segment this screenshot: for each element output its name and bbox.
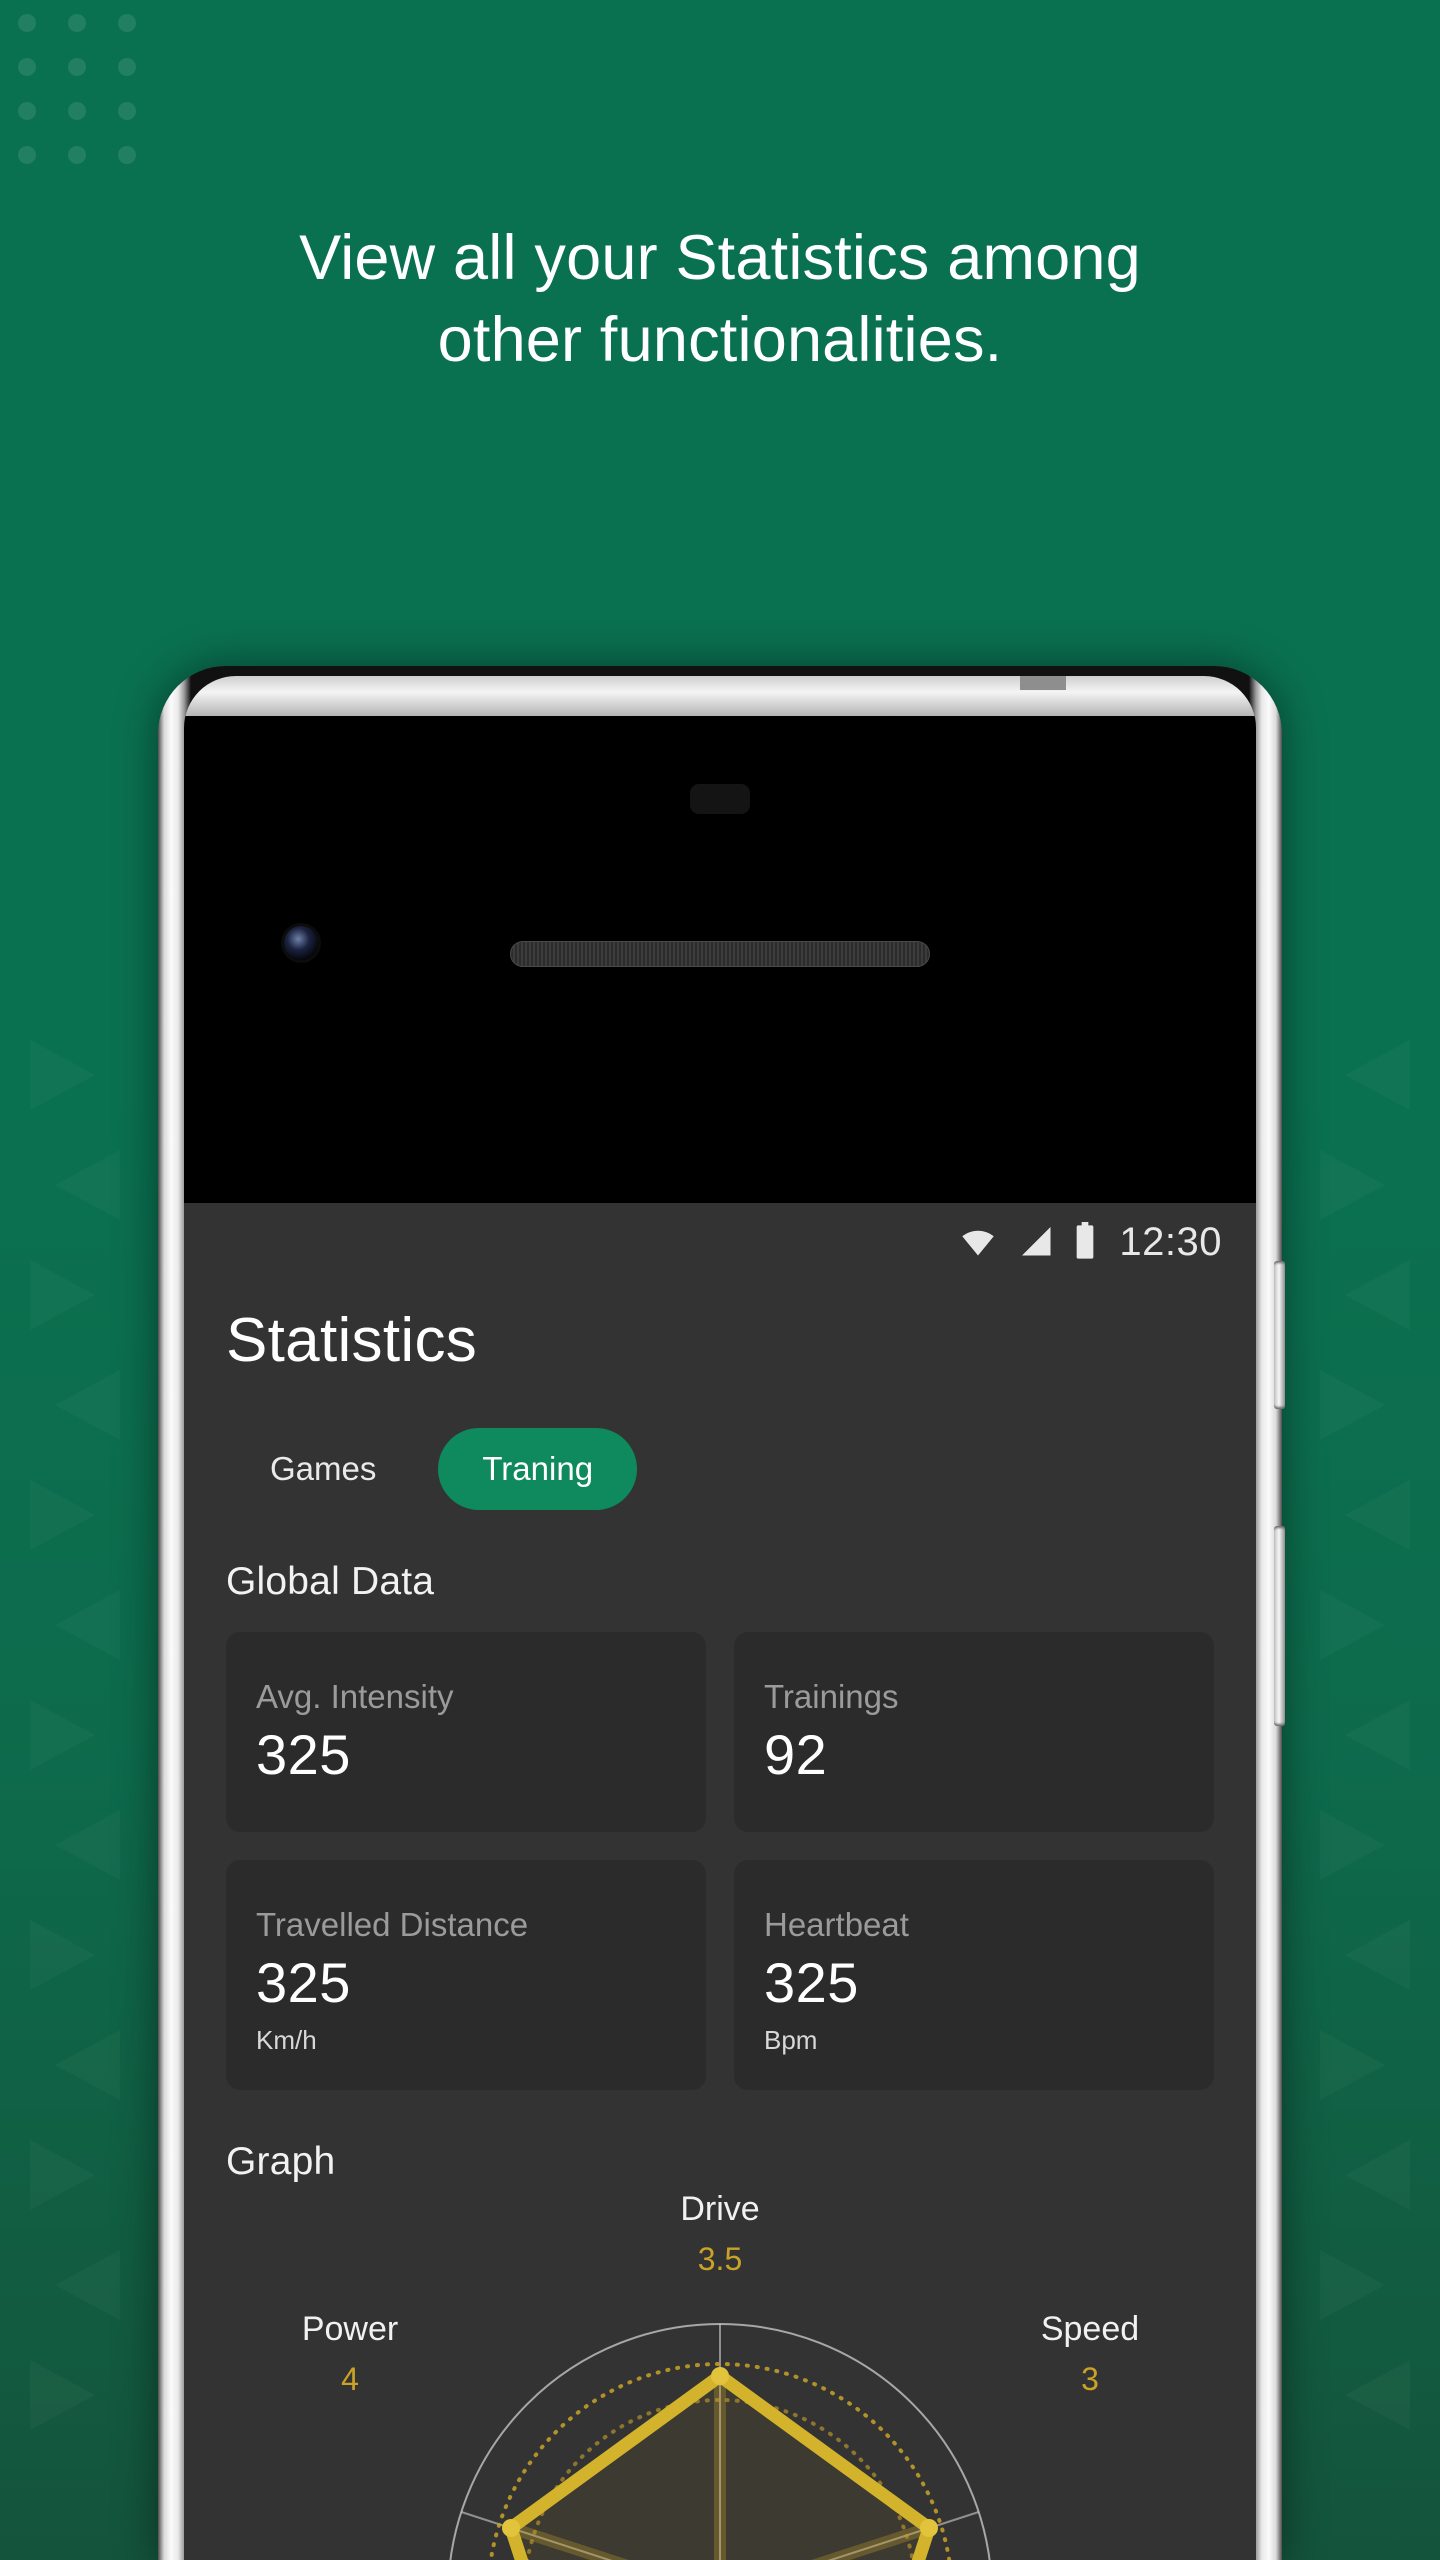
radar-axis-value: 3.5: [697, 2241, 743, 2277]
section-title-graph: Graph: [226, 2140, 336, 2183]
radar-axis-drive: Drive 3.5: [590, 2190, 850, 2278]
stat-card-trainings[interactable]: Trainings 92: [734, 1632, 1214, 1832]
tab-games[interactable]: Games: [226, 1428, 420, 1510]
stat-card-value: 92: [764, 1723, 828, 1786]
earpiece-speaker-grille: [510, 941, 930, 967]
headline-line-2: other functionalities.: [437, 304, 1003, 375]
stat-card-value: 325: [256, 1723, 351, 1786]
phone-antenna-nub: [1020, 676, 1066, 690]
status-bar-clock: 12:30: [1119, 1219, 1222, 1264]
stat-card-travelled-distance[interactable]: Travelled Distance 325 Km/h: [226, 1860, 706, 2090]
decorative-dot-grid: [18, 14, 153, 164]
phone-top-bezel: [184, 676, 1256, 716]
phone-screen-glass: 12:30 Statistics Games Traning Global Da…: [184, 676, 1256, 2560]
stat-card-label: Avg. Intensity: [256, 1678, 454, 1715]
phone-sensor-notch: [690, 784, 750, 814]
radar-axis-label: Drive: [680, 2190, 760, 2228]
signal-icon: [1022, 1227, 1051, 1256]
tab-bar: Games Traning: [184, 1376, 1256, 1510]
stat-card-label: Heartbeat: [764, 1906, 909, 1943]
stat-card-grid: Avg. Intensity 325 Trainings 92 Travelle…: [184, 1604, 1256, 2090]
app-screen: 12:30 Statistics Games Traning Global Da…: [184, 1203, 1256, 2560]
stat-card-avg-intensity[interactable]: Avg. Intensity 325: [226, 1632, 706, 1832]
stat-card-label: Travelled Distance: [256, 1906, 529, 1943]
radar-chart-container: Drive 3.5 Power 4 Speed 3 Strength Physi…: [184, 2190, 1256, 2560]
section-title-global-data: Global Data: [226, 1560, 435, 1603]
stat-card-label: Trainings: [764, 1678, 899, 1715]
battery-icon: [1077, 1222, 1094, 1259]
page-title: Statistics: [226, 1306, 478, 1375]
stat-card-value: 325: [764, 1951, 859, 2014]
tab-traning[interactable]: Traning: [438, 1428, 638, 1510]
stat-card-value: 325: [256, 1951, 351, 2014]
stat-card-heartbeat[interactable]: Heartbeat 325 Bpm: [734, 1860, 1214, 2090]
wifi-icon: [962, 1230, 995, 1256]
phone-mockup: 12:30 Statistics Games Traning Global Da…: [158, 666, 1285, 2560]
phone-power-button[interactable]: [1274, 1261, 1285, 1409]
promo-headline: View all your Statistics among other fun…: [0, 218, 1440, 382]
phone-volume-button[interactable]: [1274, 1526, 1285, 1726]
front-camera-icon: [284, 926, 318, 960]
stat-card-unit: Bpm: [764, 2025, 818, 2055]
android-status-bar: 12:30: [184, 1203, 1256, 1281]
radar-chart-svg: [449, 2323, 991, 2560]
headline-line-1: View all your Statistics among: [299, 223, 1141, 293]
stat-card-unit: Km/h: [256, 2025, 317, 2055]
